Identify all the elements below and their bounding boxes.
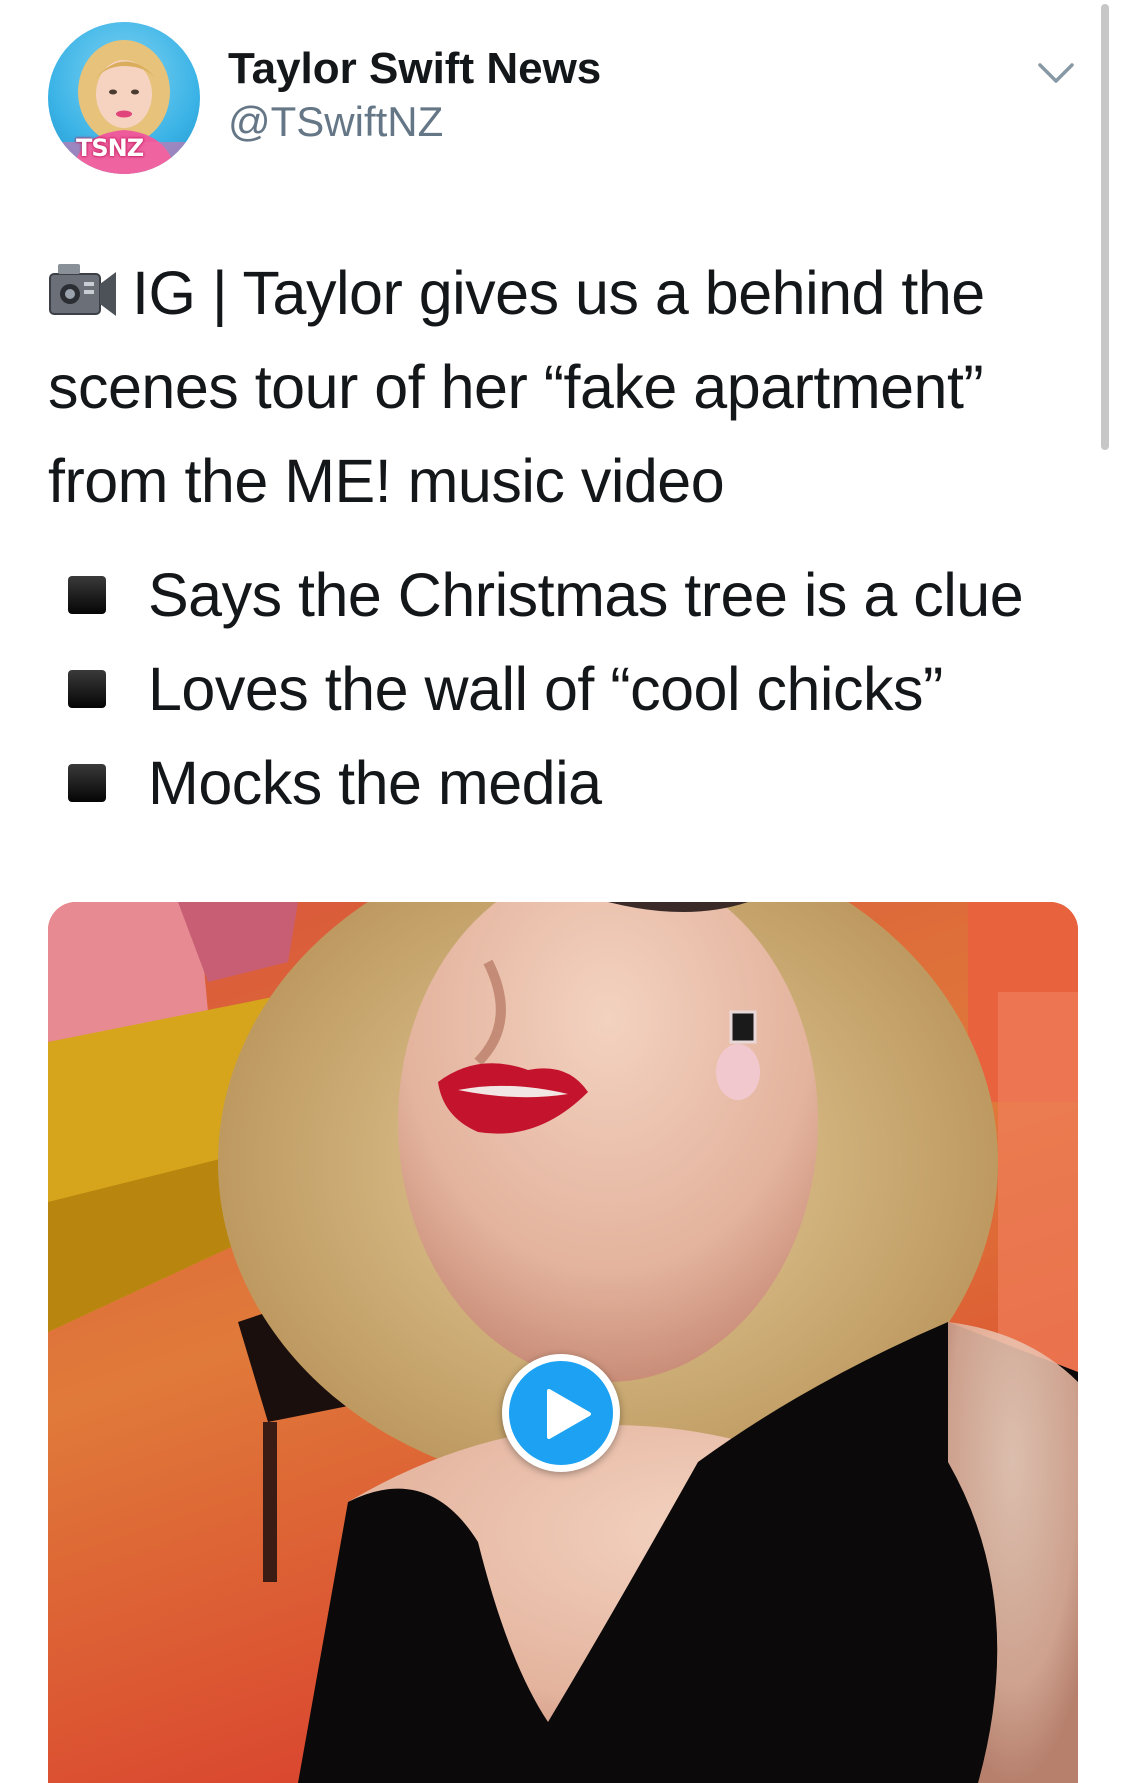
tweet-text: IG | Taylor gives us a behind the scenes…	[48, 246, 1068, 528]
avatar-badge: TSNZ	[76, 134, 144, 162]
video-player[interactable]	[48, 902, 1078, 1783]
black-square-icon	[68, 764, 106, 802]
play-icon	[547, 1389, 591, 1439]
tweet-page: TSNZ Taylor Swift News @TSwiftNZ IG | Ta…	[0, 0, 1125, 1783]
video-camera-icon	[48, 254, 118, 316]
bullet-text: Mocks the media	[148, 749, 602, 817]
list-item: Loves the wall of “cool chicks”	[68, 642, 1088, 736]
bullet-list: Says the Christmas tree is a clue Loves …	[68, 548, 1088, 830]
avatar[interactable]: TSNZ	[48, 22, 200, 174]
list-item: Mocks the media	[68, 736, 1088, 830]
tweet-body: IG | Taylor gives us a behind the scenes…	[48, 259, 985, 515]
bullet-text: Loves the wall of “cool chicks”	[148, 655, 943, 723]
black-square-icon	[68, 576, 106, 614]
scrollbar-thumb[interactable]	[1101, 4, 1109, 450]
display-name[interactable]: Taylor Swift News	[228, 44, 601, 94]
list-item: Says the Christmas tree is a clue	[68, 548, 1088, 642]
bullet-text: Says the Christmas tree is a clue	[148, 561, 1024, 629]
video-thumbnail	[48, 902, 1078, 1783]
account-handle[interactable]: @TSwiftNZ	[228, 98, 443, 146]
black-square-icon	[68, 670, 106, 708]
play-button[interactable]	[502, 1354, 620, 1472]
chevron-down-icon[interactable]	[1036, 60, 1076, 86]
